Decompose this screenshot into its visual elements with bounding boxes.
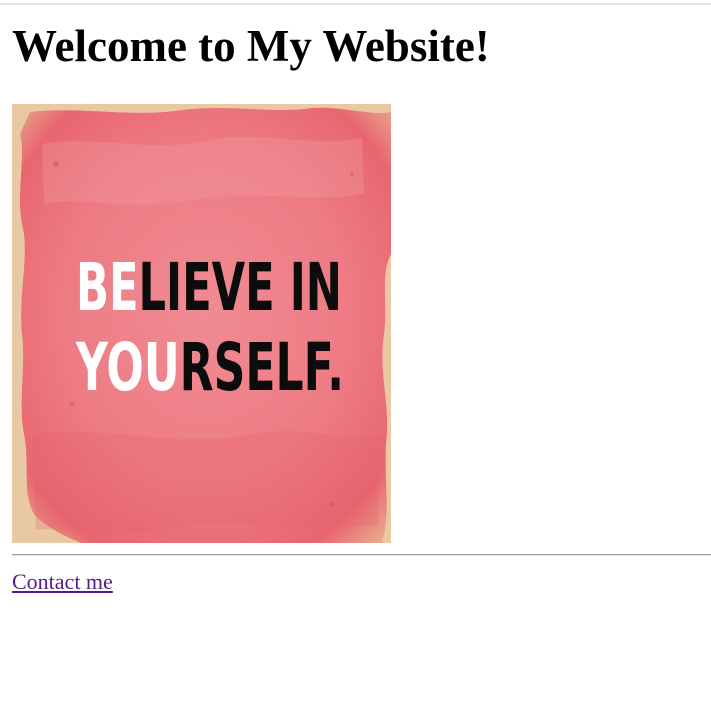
contact-link[interactable]: Contact me	[12, 569, 113, 595]
poster-line-1-highlight: BE	[76, 249, 138, 326]
poster-line-2: YOURSELF.	[75, 329, 344, 406]
believe-in-yourself-image: BELIEVE IN YOURSELF.	[12, 104, 391, 543]
content-divider	[12, 554, 711, 556]
poster-line-1-rest: LIEVE IN	[138, 249, 342, 326]
poster-line-2-rest: RSELF.	[180, 329, 344, 406]
poster-line-1: BELIEVE IN	[76, 249, 342, 326]
top-divider	[0, 3, 711, 5]
poster-line-2-highlight: YOU	[75, 329, 179, 406]
page-title: Welcome to My Website!	[12, 21, 490, 71]
